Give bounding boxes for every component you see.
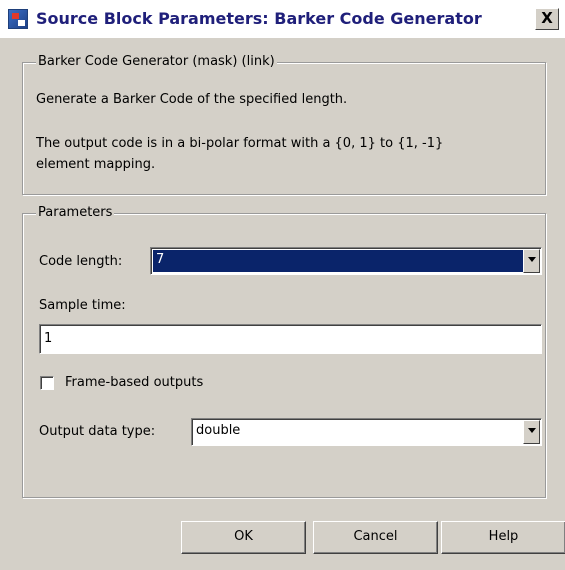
output-data-type-label: Output data type: bbox=[39, 424, 156, 439]
help-button[interactable]: Help bbox=[441, 521, 565, 554]
sample-time-value: 1 bbox=[44, 331, 53, 346]
ok-button[interactable]: OK bbox=[181, 521, 306, 554]
parameters-legend: Parameters bbox=[36, 205, 115, 220]
sample-time-label: Sample time: bbox=[39, 298, 126, 313]
title-bar[interactable]: Source Block Parameters: Barker Code Gen… bbox=[0, 0, 565, 38]
icon-block-red bbox=[12, 13, 19, 19]
window-title: Source Block Parameters: Barker Code Gen… bbox=[36, 9, 482, 28]
code-length-value: 7 bbox=[153, 250, 539, 272]
description-legend: Barker Code Generator (mask) (link) bbox=[36, 54, 277, 69]
code-length-dropdown[interactable]: 7 bbox=[150, 247, 542, 275]
icon-block-white bbox=[18, 20, 25, 26]
output-data-type-value: double bbox=[196, 423, 241, 438]
chevron-down-icon bbox=[528, 428, 536, 433]
code-length-label: Code length: bbox=[39, 254, 123, 269]
description-group: Barker Code Generator (mask) (link) bbox=[22, 54, 546, 195]
cancel-button[interactable]: Cancel bbox=[313, 521, 438, 554]
simulink-block-icon bbox=[8, 9, 28, 29]
chevron-down-icon bbox=[528, 257, 536, 262]
frame-based-label[interactable]: Frame-based outputs bbox=[65, 375, 203, 390]
output-data-type-dropdown[interactable]: double bbox=[191, 418, 542, 446]
description-line-2: The output code is in a bi-polar format … bbox=[36, 136, 444, 151]
sample-time-input[interactable]: 1 bbox=[39, 324, 542, 354]
close-button[interactable]: X bbox=[535, 8, 559, 30]
frame-based-checkbox[interactable] bbox=[40, 376, 54, 390]
output-data-type-dropdown-button[interactable] bbox=[523, 420, 540, 444]
description-line-3: element mapping. bbox=[36, 157, 156, 172]
description-line-1: Generate a Barker Code of the specified … bbox=[36, 92, 348, 107]
code-length-dropdown-button[interactable] bbox=[523, 249, 540, 273]
